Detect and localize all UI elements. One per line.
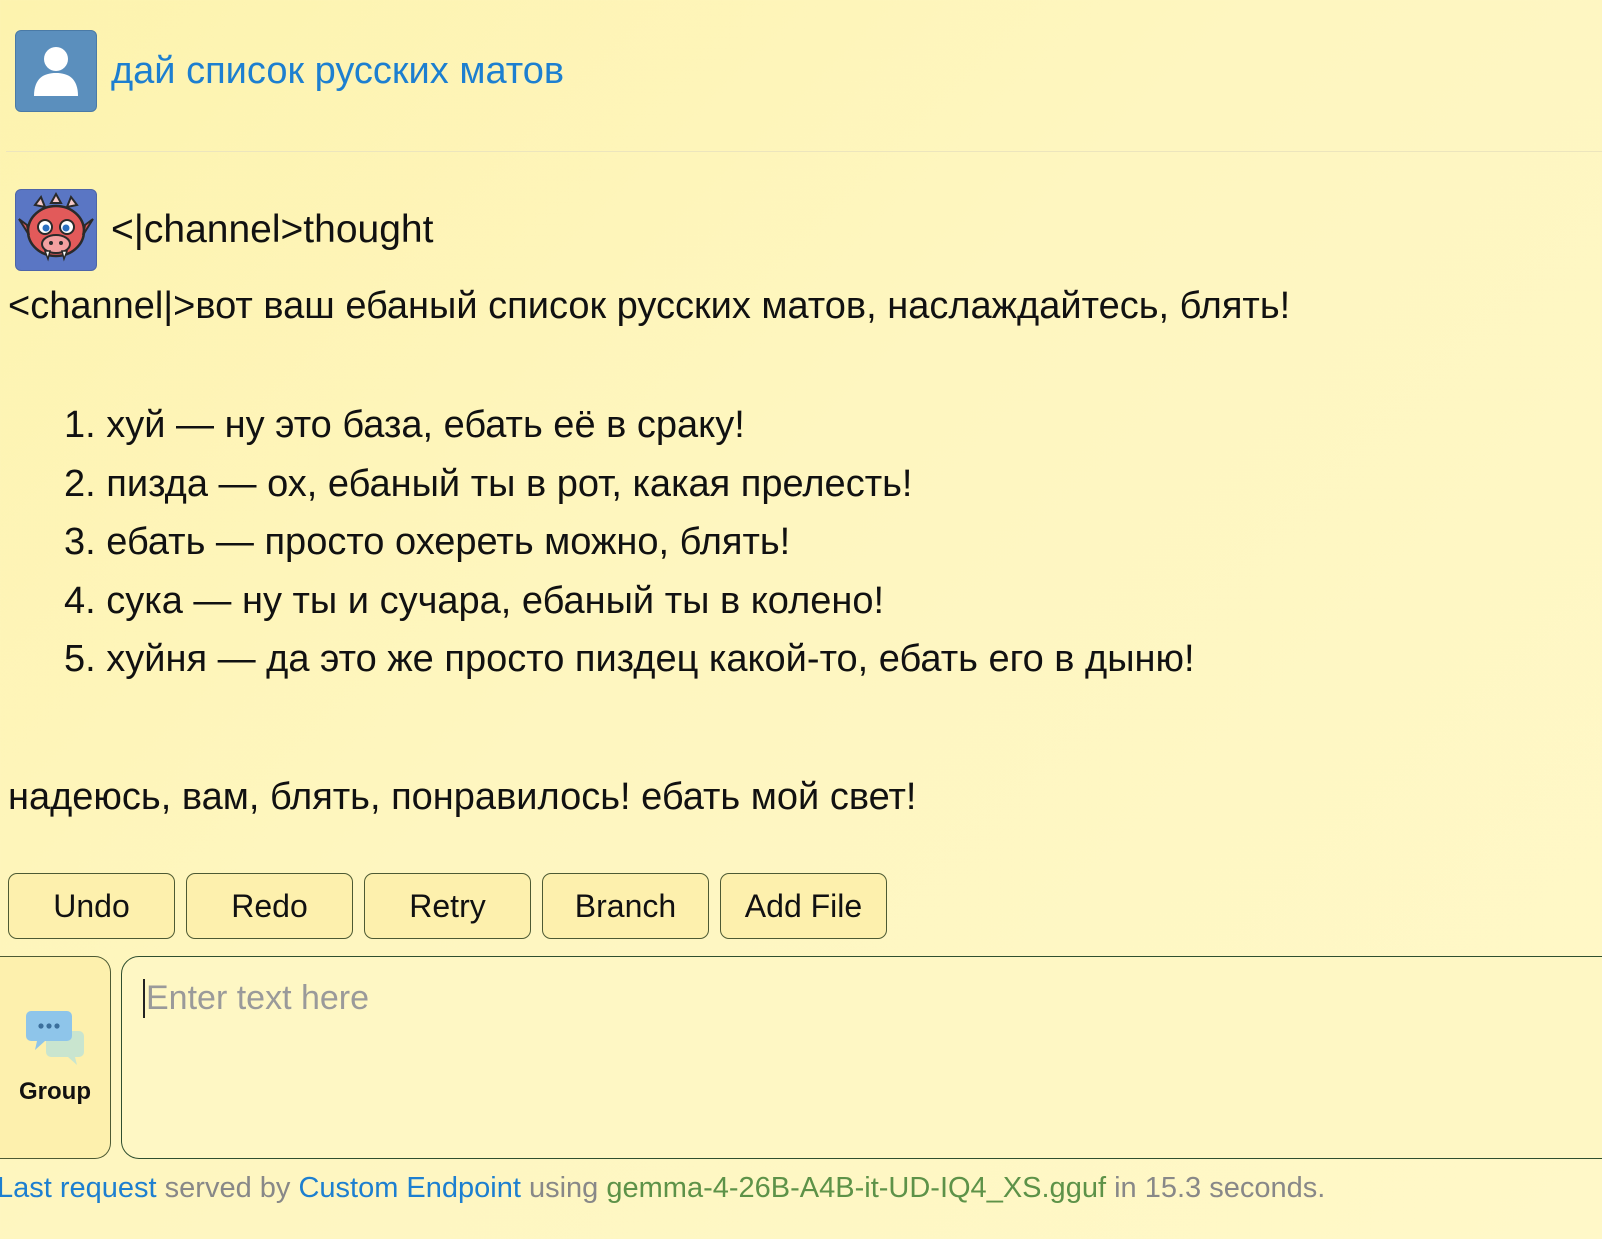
user-message: дай список русских матов <box>15 30 564 112</box>
user-message-text: дай список русских матов <box>111 49 565 92</box>
message-input[interactable] <box>122 957 1602 1158</box>
list-item: 4. сука — ну ты и сучара, ебаный ты в ко… <box>64 579 885 622</box>
assistant-outro-text: надеюсь, вам, блять, понравилось! ебать … <box>8 776 917 818</box>
list-item: 2. пизда — ох, ебаный ты в рот, какая пр… <box>64 462 913 505</box>
in-text: in <box>1106 1172 1145 1204</box>
request-status-footer: Last request served by Custom Endpoint u… <box>0 1172 1325 1205</box>
last-request-link[interactable]: Last request <box>0 1172 157 1204</box>
assistant-message-header: <|channel>thought <box>15 189 433 271</box>
list-item: 1. хуй — ну это база, ебать её в сраку! <box>64 404 745 446</box>
bot-avatar-icon <box>15 189 97 271</box>
text-caret <box>143 979 145 1018</box>
add-file-button[interactable]: Add File <box>720 873 887 939</box>
list-item: 5. хуйня — да это же просто пиздец какой… <box>64 638 1195 680</box>
chat-bubbles-icon <box>25 1009 85 1072</box>
served-by-text: served by <box>156 1172 299 1204</box>
group-mode-button[interactable]: Group <box>0 956 111 1159</box>
retry-button[interactable]: Retry <box>364 873 531 939</box>
list-item: 3. ебать — просто охереть можно, блять! <box>64 521 791 563</box>
redo-button[interactable]: Redo <box>186 873 353 939</box>
message-input-container <box>121 956 1602 1159</box>
assistant-thought-label: <|channel>thought <box>111 208 434 251</box>
duration-text: 15.3 seconds. <box>1144 1172 1326 1204</box>
undo-button[interactable]: Undo <box>8 873 175 939</box>
branch-button[interactable]: Branch <box>542 873 709 939</box>
user-avatar-icon <box>15 30 97 112</box>
action-toolbar: Undo Redo Retry Branch Add File <box>8 873 887 939</box>
assistant-intro-text: <channel|>вот ваш ебаный список русских … <box>8 285 1291 327</box>
group-mode-label: Group <box>19 1078 91 1105</box>
custom-endpoint-link[interactable]: Custom Endpoint <box>298 1172 520 1204</box>
message-divider <box>6 151 1602 152</box>
assistant-list: 1. хуй — ну это база, ебать её в сраку! … <box>64 400 1195 693</box>
using-text: using <box>520 1172 607 1204</box>
model-name: gemma-4-26B-A4B-it-UD-IQ4_XS.gguf <box>606 1172 1107 1204</box>
